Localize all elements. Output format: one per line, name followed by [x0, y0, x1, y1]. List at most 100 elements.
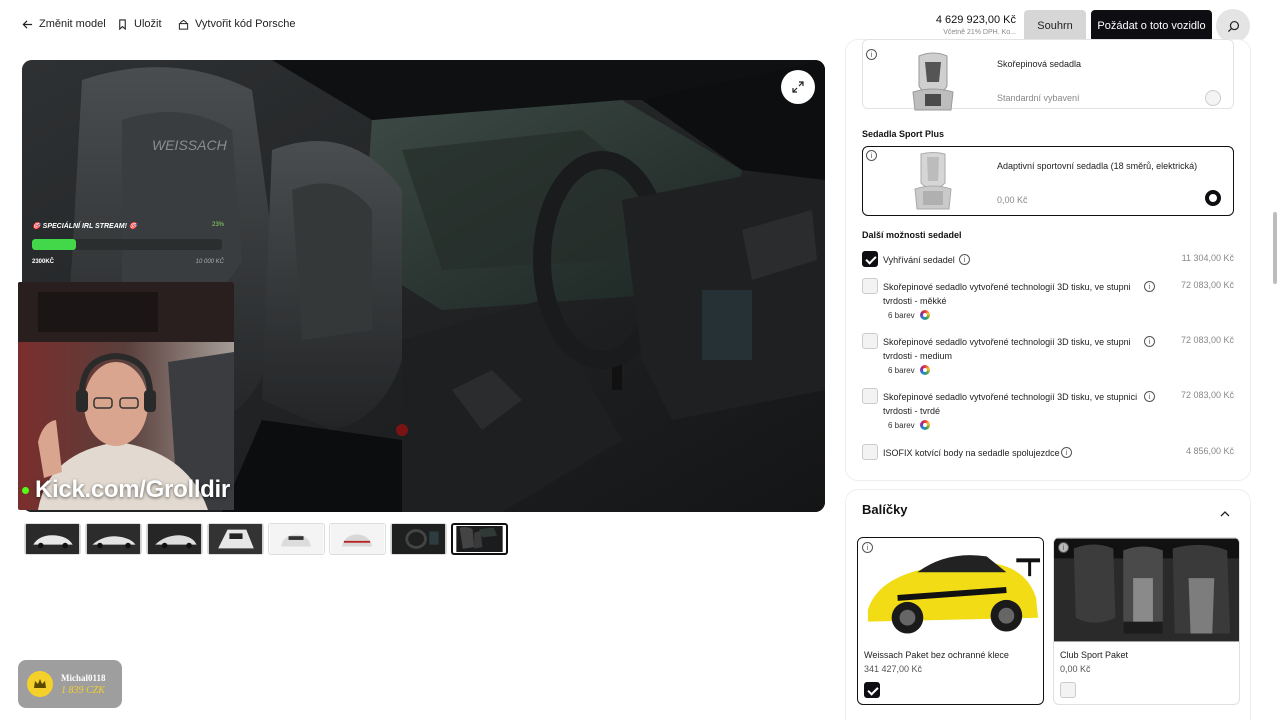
search-icon	[1227, 20, 1239, 32]
sport-plus-seat-radio[interactable]	[1205, 190, 1221, 206]
package-card-club-sport[interactable]: i Club Sport Paket 0,00 Kč	[1053, 537, 1240, 705]
info-icon[interactable]: i	[1058, 542, 1069, 553]
donor-name: Michal0118	[61, 672, 106, 683]
shell-seat-price: Standardní vybavení	[997, 93, 1080, 103]
page-scrollbar[interactable]	[1273, 212, 1277, 284]
shell-seat-name: Skořepinová sedadla	[997, 59, 1082, 69]
kick-url: Kick.com/Grolldir	[35, 476, 230, 503]
thumbnail-dashboard[interactable]	[390, 523, 447, 555]
search-button[interactable]	[1216, 9, 1250, 43]
option-checkbox[interactable]	[862, 278, 878, 294]
option-row-3d-seat-medium[interactable]: Skořepinové sedadlo vytvořené technologi…	[862, 333, 1234, 379]
option-label: Skořepinové sedadlo vytvořené technologi…	[883, 392, 1138, 416]
stream-title: 🎯 SPECIÁLNÍ IRL STREAM! 🎯	[32, 223, 138, 230]
option-row-3d-seat-hard[interactable]: Skořepinové sedadlo vytvořené technologi…	[862, 388, 1234, 434]
option-price: 4 856,00 Kč	[1185, 446, 1234, 456]
porsche-code-link[interactable]: Vytvořit kód Porsche	[178, 18, 295, 30]
info-icon[interactable]: i	[862, 542, 873, 553]
packages-panel: Balíčky i Weissach Paket bez ochranné kl…	[846, 490, 1250, 720]
thumbnail-exterior-4[interactable]	[207, 523, 264, 555]
option-checkbox[interactable]	[862, 333, 878, 349]
option-price: 11 304,00 Kč	[1181, 253, 1234, 263]
packages-collapse-button[interactable]	[1220, 504, 1230, 522]
shell-seat-radio[interactable]	[1205, 90, 1221, 106]
sport-plus-seat-price: 0,00 Kč	[997, 195, 1028, 205]
color-count[interactable]: 6 barev	[888, 420, 930, 430]
option-label: Skořepinové sedadlo vytvořené technologi…	[883, 282, 1131, 306]
stream-goal: 10 000 KČ	[195, 259, 224, 265]
sport-plus-seat-image	[914, 152, 952, 210]
option-row-3d-seat-soft[interactable]: Skořepinové sedadlo vytvořené technologi…	[862, 278, 1234, 324]
option-checkbox[interactable]	[862, 388, 878, 404]
option-checkbox[interactable]	[862, 444, 878, 460]
svg-text:WEISSACH: WEISSACH	[152, 137, 228, 153]
donation-amount: 1 839 CZK	[61, 684, 105, 696]
color-count[interactable]: 6 barev	[888, 310, 930, 320]
thumbnail-exterior-1[interactable]	[24, 523, 81, 555]
total-price: 4 629 923,00 Kč Včetně 21% DPH. Ko...	[936, 14, 1016, 36]
thumbnail-rear[interactable]	[329, 523, 386, 555]
stream-percent: 23%	[211, 222, 224, 228]
option-price: 72 083,00 Kč	[1180, 335, 1234, 345]
seat-card-sport-plus[interactable]: i Adaptivní sportovní sedadla (18 směrů,…	[862, 146, 1234, 216]
package-card-weissach[interactable]: i Weissach Paket bez ochranné klece 341 …	[857, 537, 1044, 705]
weissach-package-image	[858, 538, 1043, 642]
price-value: 4 629 923,00 Kč	[935, 14, 1016, 26]
stream-progress-fill	[32, 239, 76, 250]
car-code-icon	[178, 19, 189, 30]
info-icon[interactable]: i	[866, 49, 877, 60]
gallery-thumbnails	[24, 523, 508, 555]
expand-button[interactable]	[781, 70, 815, 104]
info-icon[interactable]: i	[1061, 447, 1072, 458]
thumbnail-front[interactable]	[268, 523, 325, 555]
info-icon[interactable]: i	[1144, 281, 1155, 292]
package-checkbox[interactable]	[864, 682, 880, 698]
change-model-label: Změnit model	[39, 18, 106, 30]
donation-alert: Michal0118 1 839 CZK	[18, 660, 122, 708]
stream-goal-widget: 🎯 SPECIÁLNÍ IRL STREAM! 🎯 23% 2300KČ 10 …	[24, 218, 224, 270]
more-seat-options-heading: Další možnosti sedadel	[862, 230, 962, 240]
save-label: Uložit	[134, 18, 162, 30]
shell-seat-image	[912, 52, 954, 111]
thumbnail-exterior-2[interactable]	[85, 523, 142, 555]
color-count[interactable]: 6 barev	[888, 365, 930, 375]
option-checkbox[interactable]	[862, 251, 878, 267]
info-icon[interactable]: i	[1144, 336, 1155, 347]
package-name: Weissach Paket bez ochranné klece	[864, 650, 1009, 660]
bookmark-icon	[119, 18, 126, 30]
color-count-label: 6 barev	[888, 420, 915, 430]
seat-options-panel: i Skořepinová sedadla Standardní vybaven…	[846, 39, 1250, 480]
seat-card-shell[interactable]: i Skořepinová sedadla Standardní vybaven…	[862, 39, 1234, 111]
crown-icon	[27, 671, 53, 697]
stream-progress-bar	[32, 239, 222, 250]
arrow-left-icon	[22, 19, 33, 29]
info-icon[interactable]: i	[959, 254, 970, 265]
color-count-label: 6 barev	[888, 310, 915, 320]
expand-icon	[792, 81, 804, 93]
porsche-code-label: Vytvořit kód Porsche	[195, 18, 296, 30]
color-wheel-icon	[919, 310, 930, 320]
info-icon[interactable]: i	[866, 150, 877, 161]
change-model-link[interactable]: Změnit model	[22, 18, 106, 30]
stream-current: 2300KČ	[32, 259, 55, 265]
packages-title: Balíčky	[862, 502, 908, 517]
option-row-seat-heating[interactable]: Vyhřívání sedadel i 11 304,00 Kč	[862, 251, 1234, 269]
thumbnail-exterior-3[interactable]	[146, 523, 203, 555]
package-checkbox[interactable]	[1060, 682, 1076, 698]
color-wheel-icon	[919, 365, 930, 375]
color-wheel-icon	[919, 420, 930, 430]
request-vehicle-button[interactable]: Požádat o toto vozidlo	[1091, 10, 1212, 42]
package-price: 341 427,00 Kč	[864, 664, 923, 674]
info-icon[interactable]: i	[1144, 391, 1155, 402]
chevron-up-icon	[1220, 511, 1230, 517]
summary-button[interactable]: Souhrn	[1024, 10, 1086, 42]
price-note: Včetně 21% DPH. Ko...	[943, 29, 1016, 36]
thumbnail-interior[interactable]	[451, 523, 508, 555]
package-price: 0,00 Kč	[1060, 664, 1091, 674]
option-row-isofix[interactable]: ISOFIX kotvící body na sedadle spolujezd…	[862, 444, 1234, 462]
sport-plus-heading: Sedadla Sport Plus	[862, 129, 945, 139]
option-price: 72 083,00 Kč	[1180, 280, 1234, 290]
save-link[interactable]: Uložit	[117, 18, 162, 30]
option-label: ISOFIX kotvící body na sedadle spolujezd…	[883, 448, 1060, 458]
club-sport-package-image	[1054, 538, 1239, 642]
